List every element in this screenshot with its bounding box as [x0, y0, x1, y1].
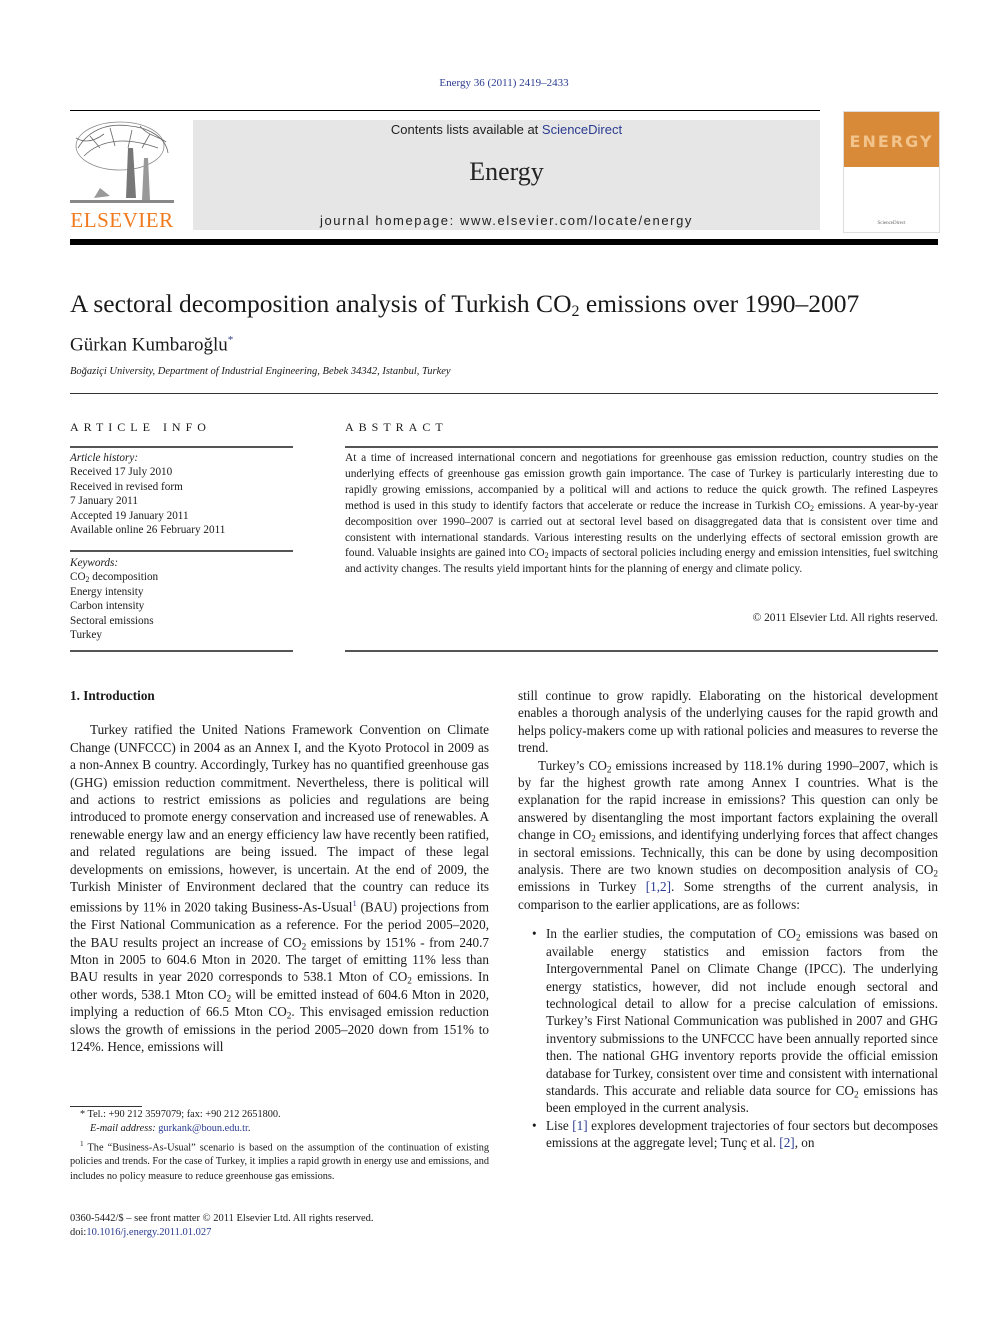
body-paragraph: Turkey’s CO2 emissions increased by 118.…	[518, 757, 938, 914]
contents-line: Contents lists available at ScienceDirec…	[193, 122, 820, 137]
history-item: Available online 26 February 2011	[70, 524, 226, 537]
keywords: Keywords: CO2 decomposition Energy inten…	[70, 556, 293, 642]
bullet-icon: •	[532, 926, 537, 942]
article-history-label: Article history:	[70, 452, 139, 464]
keyword-item: Energy intensity	[70, 585, 144, 598]
keyword-text: CO	[70, 571, 86, 584]
body-column-right: still continue to grow rapidly. Elaborat…	[518, 687, 938, 1152]
keyword-item: Sectoral emissions	[70, 614, 154, 627]
cover-sciencedirect-mark: ScienceDirect	[877, 221, 906, 226]
list-item: • Lise [1] explores development trajector…	[518, 1117, 938, 1152]
abstract-text: At a time of increased international con…	[345, 451, 938, 578]
text: Tel.: +90 212 3597079; fax: +90 212 2651…	[85, 1109, 281, 1120]
header-rule	[70, 110, 820, 111]
elsevier-logo[interactable]: ELSEVIER	[70, 118, 174, 233]
text: , on	[794, 1135, 815, 1151]
doi-line: doi:10.1016/j.energy.2011.01.027	[70, 1226, 489, 1240]
text: emissions was based on available energy …	[546, 926, 938, 1098]
text: Turkey ratified the United Nations Frame…	[70, 722, 489, 915]
author-name: Gürkan Kumbaroğlu*	[70, 334, 233, 356]
elsevier-wordmark: ELSEVIER	[70, 208, 174, 232]
section-heading-introduction: 1. Introduction	[70, 688, 155, 703]
title-text: A sectoral decomposition analysis of Tur…	[70, 289, 572, 318]
divider	[70, 446, 293, 448]
divider	[345, 650, 938, 652]
divider	[345, 446, 938, 448]
bullet-icon: •	[532, 1117, 537, 1133]
journal-name: Energy	[469, 157, 544, 186]
list-item: • In the earlier studies, the computation…	[518, 925, 938, 1116]
footnote-1: 1 The “Business-As-Usual” scenario is ba…	[70, 1137, 489, 1184]
history-item: Accepted 19 January 2011	[70, 509, 189, 522]
divider	[70, 650, 293, 652]
footnote-rule	[70, 1106, 142, 1107]
text: In the earlier studies, the computation …	[546, 926, 796, 942]
text: .	[247, 1123, 251, 1135]
text: explores development trajectories of fou…	[546, 1117, 938, 1151]
elsevier-tree-icon	[70, 121, 174, 203]
subscript: 2	[933, 868, 938, 879]
reference-link[interactable]: [2]	[779, 1135, 794, 1150]
journal-homepage-link[interactable]: journal homepage: www.elsevier.com/locat…	[193, 213, 820, 228]
doi-label: doi:	[70, 1227, 87, 1239]
abstract-heading: ABSTRACT	[345, 420, 448, 434]
body-column-left: 1. Introduction Turkey ratified the Unit…	[70, 687, 489, 1056]
history-item: Received in revised form	[70, 480, 183, 493]
journal-banner: Contents lists available at ScienceDirec…	[193, 120, 820, 230]
keywords-label: Keywords:	[70, 557, 119, 569]
text: Turkey’s CO	[538, 757, 607, 773]
text: The “Business-As-Usual” scenario is base…	[70, 1142, 489, 1182]
divider	[70, 393, 938, 394]
article-history: Article history: Received 17 July 2010 R…	[70, 451, 293, 537]
author-footnote-link[interactable]: *	[228, 334, 234, 346]
sciencedirect-link[interactable]: ScienceDirect	[542, 122, 622, 137]
keyword-item: Carbon intensity	[70, 600, 145, 613]
header-thick-rule	[70, 239, 938, 245]
cover-title: ENERGY	[849, 132, 934, 151]
front-matter-line: 0360-5442/$ ‒ see front matter © 2011 El…	[70, 1213, 374, 1224]
footnote-email: E-mail address: gurkank@boun.edu.tr.	[70, 1122, 489, 1136]
footnotes: * Tel.: +90 212 3597079; fax: +90 212 26…	[70, 1108, 489, 1184]
author-affiliation: Boğaziçi University, Department of Indus…	[70, 366, 451, 377]
body-paragraph: still continue to grow rapidly. Elaborat…	[518, 688, 938, 756]
title-text-end: emissions over 1990‒2007	[579, 289, 860, 318]
keyword-text-end: decomposition	[89, 571, 159, 584]
divider	[70, 550, 293, 552]
footnote-contact: * Tel.: +90 212 3597079; fax: +90 212 26…	[70, 1108, 489, 1122]
author-text: Gürkan Kumbaroğlu	[70, 334, 228, 356]
abstract-copyright: © 2011 Elsevier Ltd. All rights reserved…	[752, 612, 938, 624]
keyword-item: Turkey	[70, 629, 102, 642]
text: emissions in Turkey	[518, 879, 646, 895]
front-matter: 0360-5442/$ ‒ see front matter © 2011 El…	[70, 1212, 489, 1241]
doi-link[interactable]: 10.1016/j.energy.2011.01.027	[86, 1227, 211, 1238]
keyword-item: CO2 decomposition	[70, 570, 293, 584]
paper-title: A sectoral decomposition analysis of Tur…	[70, 289, 860, 320]
text: Lise	[546, 1117, 573, 1133]
strengths-list: • In the earlier studies, the computation…	[518, 925, 938, 1151]
journal-citation-link[interactable]: Energy 36 (2011) 2419–2433	[0, 77, 992, 89]
article-info-heading: ARTICLE INFO	[70, 420, 211, 434]
email-link[interactable]: gurkank@boun.edu.tr	[158, 1123, 248, 1134]
reference-link[interactable]: [1,2]	[646, 879, 671, 894]
body-paragraph: Turkey ratified the United Nations Frame…	[70, 721, 489, 1055]
journal-cover-thumbnail[interactable]: ENERGY ScienceDirect	[843, 111, 940, 233]
email-label: E-mail address:	[90, 1123, 159, 1135]
reference-link[interactable]: [1]	[572, 1118, 587, 1133]
history-item: Received 17 July 2010	[70, 466, 173, 479]
contents-prefix: Contents lists available at	[390, 122, 542, 137]
history-item: 7 January 2011	[70, 495, 138, 508]
